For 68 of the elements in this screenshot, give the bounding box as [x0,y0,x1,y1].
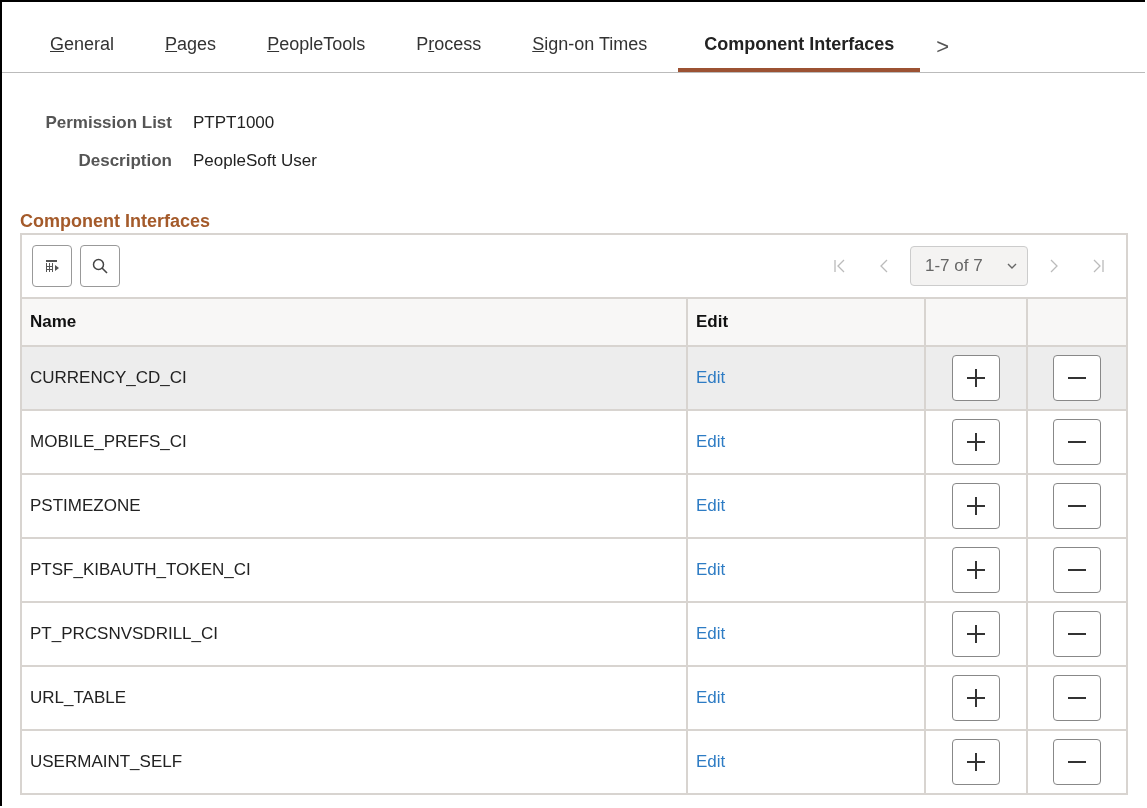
minus-icon [1068,569,1086,571]
edit-link[interactable]: Edit [696,752,726,772]
edit-link[interactable]: Edit [696,560,726,580]
plus-icon [965,623,987,645]
table-cell: PSTIMEZONE [30,496,141,516]
page-range-dropdown[interactable]: 1-7 of 7 [910,246,1028,286]
column-header: Edit [688,299,926,345]
edit-link[interactable]: Edit [696,368,726,388]
tab[interactable]: Sign-on Times [532,2,648,72]
delete-row-button[interactable] [1053,547,1101,593]
tab[interactable]: Process [416,2,482,72]
table-cell: CURRENCY_CD_CI [30,368,187,388]
edit-link[interactable]: Edit [696,432,726,452]
table-row[interactable]: PTSF_KIBAUTH_TOKEN_CI Edit [22,539,1126,603]
minus-icon [1068,441,1086,443]
edit-link[interactable]: Edit [696,496,726,516]
tab[interactable]: PeopleTools [267,2,366,72]
add-row-button[interactable] [952,675,1000,721]
field-label: Permission List [44,113,172,133]
tab[interactable]: General [50,2,115,72]
tabs-more-button[interactable]: > [926,2,960,72]
add-row-button[interactable] [952,739,1000,785]
tab[interactable]: Pages [165,2,217,72]
delete-row-button[interactable] [1053,483,1101,529]
field-value: PeopleSoft User [193,151,317,171]
delete-row-button[interactable] [1053,675,1101,721]
plus-icon [965,559,987,581]
field-label: Description [77,151,172,171]
delete-row-button[interactable] [1053,611,1101,657]
plus-icon [965,751,987,773]
plus-icon [965,495,987,517]
section-title: Component Interfaces [20,211,212,232]
delete-row-button[interactable] [1053,355,1101,401]
edit-link[interactable]: Edit [696,688,726,708]
table-cell: PTSF_KIBAUTH_TOKEN_CI [30,560,251,580]
table-row[interactable]: MOBILE_PREFS_CI Edit [22,411,1126,475]
table-cell: MOBILE_PREFS_CI [30,432,187,452]
add-row-button[interactable] [952,419,1000,465]
minus-icon [1068,377,1086,379]
minus-icon [1068,505,1086,507]
table-row[interactable]: PT_PRCSNVSDRILL_CI Edit [22,603,1126,667]
search-button[interactable] [80,245,120,287]
table-cell: USERMAINT_SELF [30,752,183,772]
tab[interactable]: Component Interfaces [678,2,921,72]
delete-row-button[interactable] [1053,419,1101,465]
add-row-button[interactable] [952,355,1000,401]
plus-icon [965,367,987,389]
edit-link[interactable]: Edit [696,624,726,644]
table-row[interactable]: URL_TABLE Edit [22,667,1126,731]
plus-icon [965,431,987,453]
search-icon [91,257,109,275]
add-row-button[interactable] [952,483,1000,529]
grid-icon [44,258,60,274]
field-value: PTPT1000 [193,113,275,133]
minus-icon [1068,761,1086,763]
delete-row-button[interactable] [1053,739,1101,785]
personalize-button[interactable] [32,245,72,287]
add-row-button[interactable] [952,547,1000,593]
table-row[interactable]: CURRENCY_CD_CI Edit [22,347,1126,411]
minus-icon [1068,697,1086,699]
table-cell: URL_TABLE [30,688,127,708]
plus-icon [965,687,987,709]
table-row[interactable]: PSTIMEZONE Edit [22,475,1126,539]
column-header: Name [22,299,688,345]
table-cell: PT_PRCSNVSDRILL_CI [30,624,218,644]
minus-icon [1068,633,1086,635]
add-row-button[interactable] [952,611,1000,657]
chevron-down-icon [1007,262,1017,270]
